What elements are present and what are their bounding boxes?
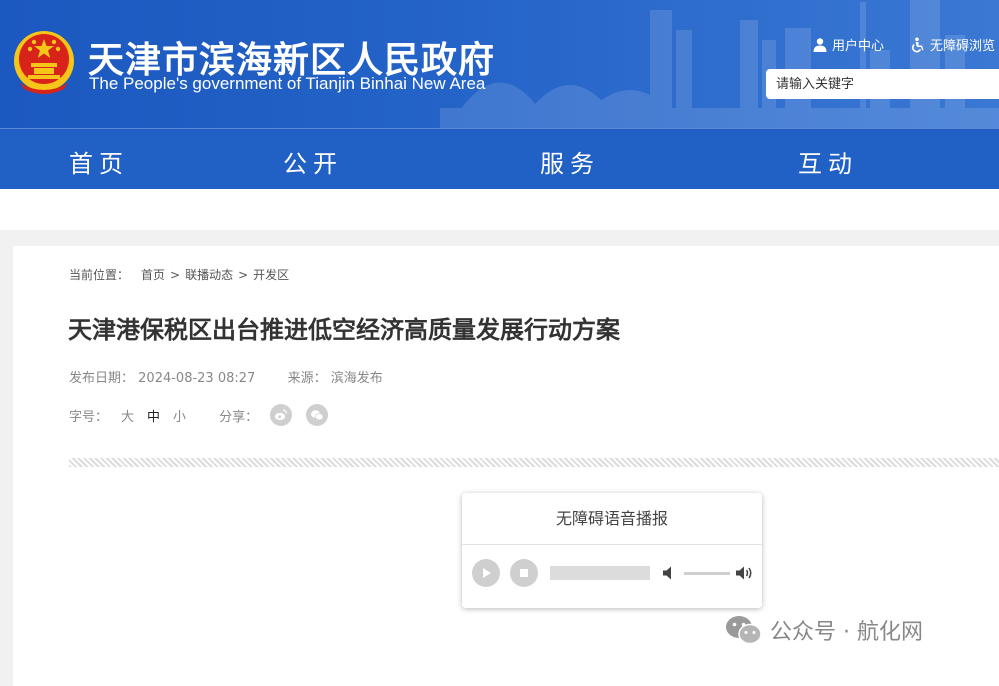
article-tools: 字号： 大 中 小 分享： [69,404,342,426]
play-button[interactable] [472,559,500,587]
playback-progress-bar[interactable] [550,566,650,580]
nav-item-interaction[interactable]: 互动 [798,129,858,189]
content-divider [69,458,999,467]
site-header: 天津市滨海新区人民政府 The People's government of T… [0,0,999,128]
volume-slider[interactable] [684,572,730,575]
nav-item-service[interactable]: 服务 [540,129,600,189]
publish-date: 2024-08-23 08:27 [138,371,256,386]
breadcrumb-separator: > [170,268,181,282]
breadcrumb: 当前位置： 首页 > 联播动态 > 开发区 [69,266,289,283]
accessibility-link[interactable]: 无障碍浏览 [910,35,995,54]
wechat-watermark: 公众号 · 航化网 [724,614,923,646]
share-label: 分享： [219,409,259,425]
nav-subbar [0,189,999,230]
city-skyline-banner [440,0,999,128]
font-size-medium[interactable]: 中 [147,406,160,425]
volume-max-icon[interactable] [735,565,755,581]
weibo-icon[interactable] [270,404,293,426]
font-size-label: 字号： [69,409,109,425]
site-subtitle: The People's government of Tianjin Binha… [89,74,486,93]
wechat-icon[interactable] [306,404,329,426]
date-label: 发布日期： [69,371,135,386]
accessibility-icon [912,37,924,52]
user-center-link[interactable]: 用户中心 [812,35,884,54]
player-title: 无障碍语音播报 [462,493,762,545]
breadcrumb-dev-zone[interactable]: 开发区 [253,268,289,282]
breadcrumb-separator: > [238,268,249,282]
play-icon [483,568,491,578]
voice-broadcast-player: 无障碍语音播报 [462,493,762,608]
user-icon [813,37,827,52]
nav-item-public[interactable]: 公开 [283,129,343,189]
nav-item-home[interactable]: 首页 [69,129,129,189]
user-center-label: 用户中心 [832,39,885,54]
watermark-text: 公众号 · 航化网 [770,620,923,645]
breadcrumb-label: 当前位置： [69,268,130,282]
stop-icon [520,569,528,577]
search-input[interactable] [766,69,999,99]
font-size-small[interactable]: 小 [173,406,186,425]
national-emblem-icon [14,31,74,94]
stop-button[interactable] [510,559,538,587]
source-label: 来源： [287,371,327,386]
source-value: 滨海发布 [330,371,383,386]
article-meta: 发布日期： 2024-08-23 08:27 来源： 滨海发布 [69,367,383,386]
mute-icon[interactable] [661,565,677,581]
wechat-logo-icon [726,616,762,645]
font-size-large[interactable]: 大 [121,406,134,425]
article-title: 天津港保税区出台推进低空经济高质量发展行动方案 [68,316,620,344]
main-nav: 首页 公开 服务 互动 [0,129,999,189]
breadcrumb-news[interactable]: 联播动态 [185,268,233,282]
breadcrumb-home[interactable]: 首页 [141,268,165,282]
accessibility-label: 无障碍浏览 [930,39,996,54]
